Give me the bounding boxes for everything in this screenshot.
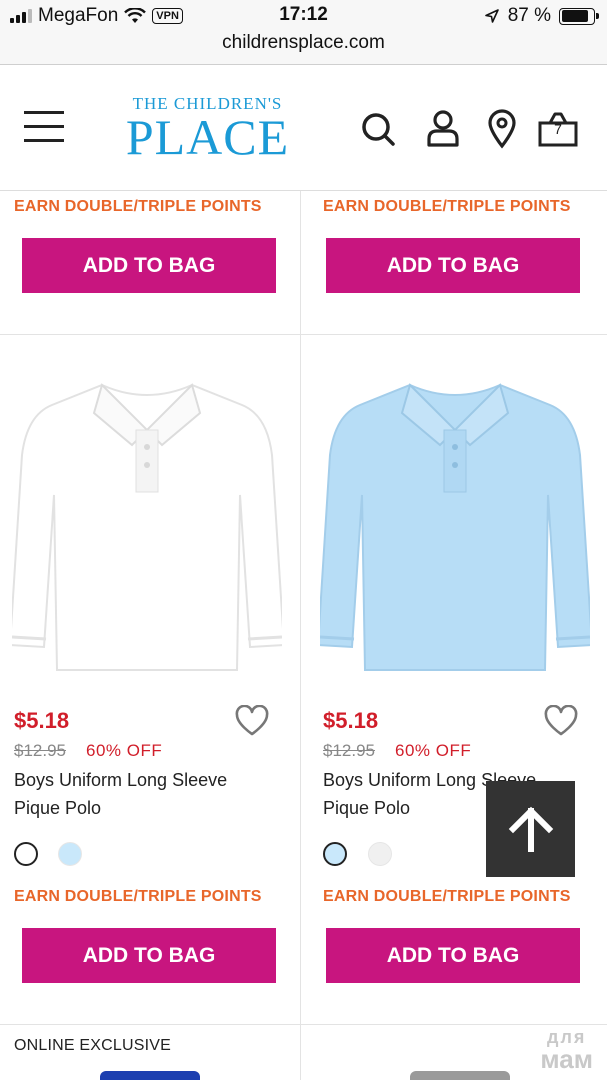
location-arrow-icon xyxy=(484,9,499,23)
promo-text: EARN DOUBLE/TRIPLE POINTS xyxy=(14,888,262,905)
promo-text: EARN DOUBLE/TRIPLE POINTS xyxy=(14,198,262,215)
status-right: 87 % xyxy=(484,5,599,27)
arrow-up-icon xyxy=(508,806,553,852)
color-swatch[interactable] xyxy=(58,842,82,866)
row-divider xyxy=(0,334,607,335)
original-price: $12.95 xyxy=(14,741,66,760)
promo-text: EARN DOUBLE/TRIPLE POINTS xyxy=(323,198,571,215)
bag-count: 7 xyxy=(554,121,562,137)
shopping-bag-icon[interactable]: 7 xyxy=(537,111,579,147)
logo-wordmark: PLACE xyxy=(125,109,290,165)
address-bar[interactable]: childrensplace.com xyxy=(0,30,607,65)
product-image-partial[interactable] xyxy=(410,1071,510,1080)
search-icon[interactable] xyxy=(360,109,396,149)
battery-percent: 87 % xyxy=(507,5,551,26)
grid-divider xyxy=(300,191,301,1080)
online-exclusive-label: ONLINE EXCLUSIVE xyxy=(14,1037,172,1054)
site-logo[interactable]: THE CHILDREN'S PLACE xyxy=(120,95,295,165)
site-header: THE CHILDREN'S PLACE 7 xyxy=(0,65,607,191)
url-text: childrensplace.com xyxy=(222,32,385,53)
status-bar: MegaFon VPN 17:12 87 % xyxy=(0,0,607,30)
battery-icon xyxy=(559,7,599,25)
wishlist-heart-icon[interactable] xyxy=(543,705,579,737)
add-to-bag-button[interactable]: ADD TO BAG xyxy=(326,928,580,983)
back-to-top-button[interactable] xyxy=(486,781,575,877)
product-name[interactable]: Boys Uniform Long Sleeve Pique Polo xyxy=(14,766,274,822)
wishlist-heart-icon[interactable] xyxy=(234,705,270,737)
add-to-bag-button[interactable]: ADD TO BAG xyxy=(326,238,580,293)
product-image-blue-polo[interactable] xyxy=(320,375,590,675)
menu-icon[interactable] xyxy=(24,111,64,143)
watermark: для мам xyxy=(540,1026,593,1074)
account-icon[interactable] xyxy=(425,109,461,149)
sale-price: $5.18 xyxy=(14,708,70,733)
row-divider xyxy=(0,1024,607,1025)
color-swatch[interactable] xyxy=(368,842,392,866)
add-to-bag-button[interactable]: ADD TO BAG xyxy=(22,928,276,983)
discount-label: 60% OFF xyxy=(395,741,472,760)
color-swatch[interactable] xyxy=(323,842,347,866)
discount-label: 60% OFF xyxy=(86,741,163,760)
promo-text: EARN DOUBLE/TRIPLE POINTS xyxy=(323,888,571,905)
product-image-partial[interactable] xyxy=(100,1071,200,1080)
original-price: $12.95 xyxy=(323,741,375,760)
sale-price: $5.18 xyxy=(323,708,379,733)
watermark-line2: мам xyxy=(540,1044,593,1074)
color-swatch[interactable] xyxy=(14,842,38,866)
location-pin-icon[interactable] xyxy=(487,109,517,149)
add-to-bag-button[interactable]: ADD TO BAG xyxy=(22,238,276,293)
product-image-white-polo[interactable] xyxy=(12,375,282,675)
